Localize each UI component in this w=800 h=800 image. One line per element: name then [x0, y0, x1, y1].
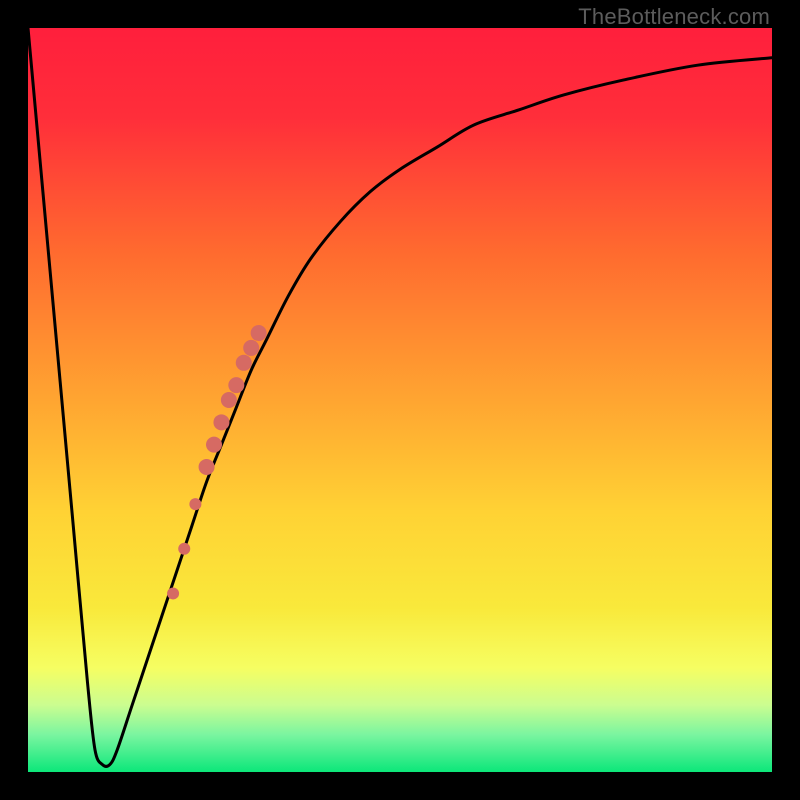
bottleneck-curve — [28, 28, 772, 766]
highlight-dot — [167, 587, 179, 599]
highlight-dot — [213, 414, 229, 430]
highlight-dot — [243, 340, 259, 356]
highlight-dot — [228, 377, 244, 393]
highlight-dot — [236, 355, 252, 371]
highlight-dot — [221, 392, 237, 408]
watermark-text: TheBottleneck.com — [578, 4, 770, 30]
highlight-dot — [251, 325, 267, 341]
highlight-dot — [178, 543, 190, 555]
chart-canvas — [28, 28, 772, 772]
highlight-dot — [199, 459, 215, 475]
highlight-dot — [189, 498, 201, 510]
highlight-dot — [206, 437, 222, 453]
plot-area — [28, 28, 772, 772]
chart-frame: TheBottleneck.com — [0, 0, 800, 800]
